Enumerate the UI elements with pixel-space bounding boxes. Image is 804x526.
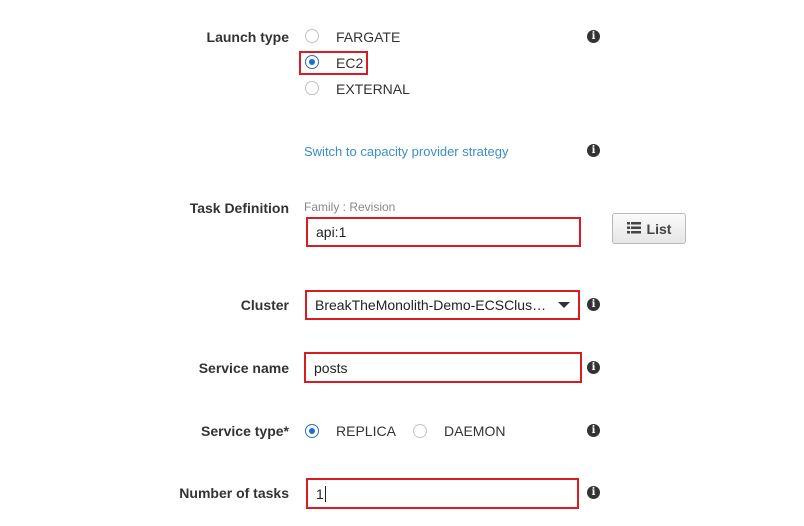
radio-replica[interactable] (305, 424, 319, 438)
number-of-tasks-input[interactable]: 1 (306, 478, 579, 509)
info-icon[interactable]: i (587, 424, 600, 437)
service-name-input[interactable]: posts (304, 352, 582, 383)
cluster-label: Cluster (240, 297, 289, 313)
radio-external-label: EXTERNAL (336, 81, 410, 97)
radio-ec2[interactable] (305, 55, 319, 69)
radio-fargate-label: FARGATE (336, 29, 401, 45)
switch-capacity-provider-link[interactable]: Switch to capacity provider strategy (304, 144, 508, 159)
radio-ec2-label: EC2 (336, 55, 364, 71)
task-definition-input[interactable]: api:1 (306, 217, 581, 247)
task-definition-value: api:1 (316, 224, 347, 240)
cluster-select[interactable]: BreakTheMonolith-Demo-ECSClus… (305, 290, 580, 320)
service-type-label: Service type* (201, 423, 289, 439)
cluster-value: BreakTheMonolith-Demo-ECSClus… (315, 297, 547, 313)
service-name-label: Service name (198, 360, 289, 376)
task-definition-label: Task Definition (189, 200, 289, 216)
task-definition-hint: Family : Revision (304, 200, 396, 214)
info-icon[interactable]: i (587, 361, 600, 374)
radio-external[interactable] (305, 81, 319, 95)
text-cursor (324, 485, 326, 502)
list-button[interactable]: List (612, 213, 686, 244)
info-icon[interactable]: i (587, 30, 600, 43)
radio-daemon-label: DAEMON (444, 423, 506, 439)
number-of-tasks-value: 1 (316, 485, 324, 502)
info-icon[interactable]: i (587, 144, 600, 157)
launch-type-label: Launch type (206, 29, 289, 45)
list-button-label: List (646, 220, 672, 237)
radio-fargate[interactable] (305, 29, 319, 43)
radio-replica-label: REPLICA (336, 423, 396, 439)
radio-daemon[interactable] (413, 424, 427, 438)
service-name-value: posts (314, 359, 348, 376)
list-icon (626, 221, 641, 237)
chevron-down-icon (558, 302, 570, 308)
info-icon[interactable]: i (587, 298, 600, 311)
number-of-tasks-label: Number of tasks (179, 485, 289, 501)
info-icon[interactable]: i (587, 486, 600, 499)
